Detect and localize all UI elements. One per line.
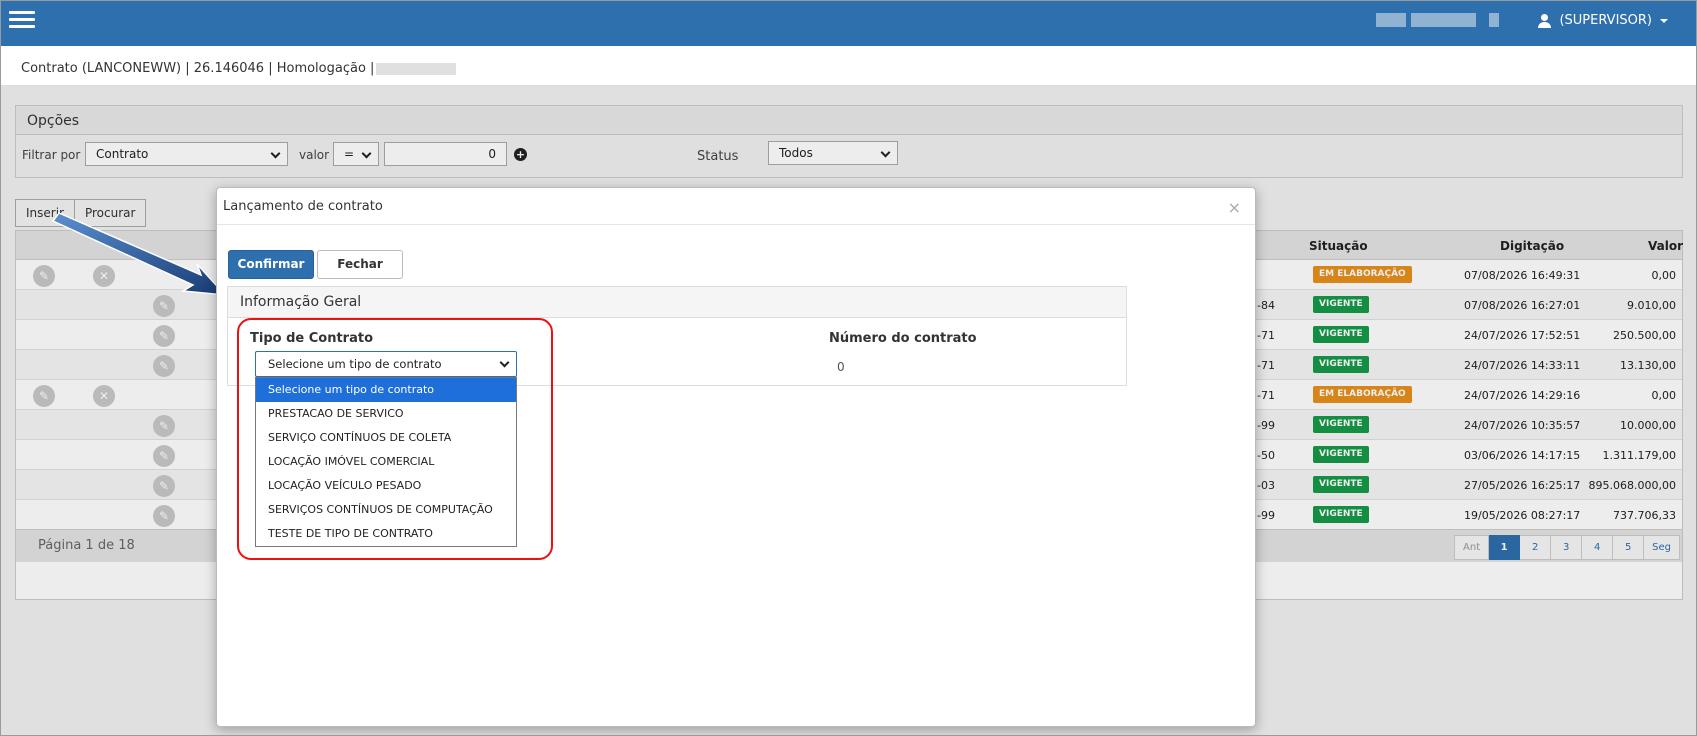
- annotation-highlight: [237, 318, 553, 560]
- confirm-button[interactable]: Confirmar: [228, 250, 314, 279]
- user-menu[interactable]: (SUPERVISOR): [1538, 13, 1668, 28]
- app-window: (SUPERVISOR) Contrato (LANCONEWW) | 26.1…: [0, 0, 1697, 736]
- redacted-info: [1411, 13, 1476, 27]
- top-bar: (SUPERVISOR): [1, 1, 1696, 46]
- menu-icon[interactable]: [9, 11, 35, 31]
- divider: [217, 224, 1255, 225]
- breadcrumb-text: Contrato (LANCONEWW) | 26.146046 | Homol…: [21, 61, 375, 76]
- redacted-info: [376, 62, 457, 75]
- close-icon[interactable]: ×: [1228, 198, 1241, 217]
- contract-number-value: 0: [837, 360, 845, 374]
- user-label: (SUPERVISOR): [1559, 13, 1652, 28]
- annotation-arrow-icon: [51, 212, 227, 296]
- contract-number-label: Número do contrato: [829, 331, 977, 346]
- redacted-info: [1376, 13, 1406, 27]
- section-title: Informação Geral: [228, 287, 1126, 318]
- close-button[interactable]: Fechar: [317, 250, 403, 279]
- redacted-info: [1489, 13, 1499, 27]
- user-icon: [1538, 13, 1552, 28]
- dialog-title: Lançamento de contrato: [223, 199, 383, 214]
- contract-dialog: Lançamento de contrato × Confirmar Fecha…: [216, 187, 1256, 727]
- breadcrumb: Contrato (LANCONEWW) | 26.146046 | Homol…: [1, 46, 1696, 86]
- caret-down-icon: [1660, 18, 1668, 23]
